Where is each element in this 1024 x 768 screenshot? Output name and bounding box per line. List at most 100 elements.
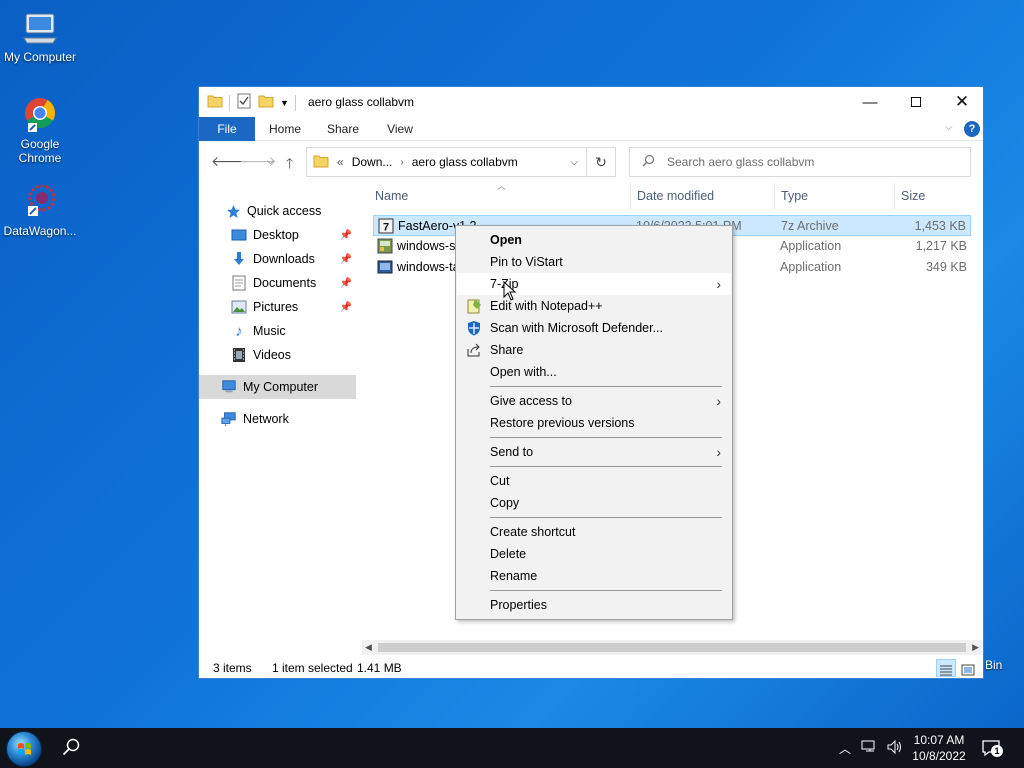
help-icon[interactable]: ? [964,121,980,137]
properties-icon[interactable] [236,93,252,112]
file-size: 1,217 KB [915,239,967,253]
new-folder-icon[interactable] [258,94,274,111]
desktop-icon-label: My Computer [3,50,77,64]
nav-item-videos[interactable]: Videos [199,343,356,367]
nav-item-quick-access[interactable]: Quick access [199,199,356,223]
context-menu: Open Pin to ViStart 7-Zip › Edit with No… [455,225,733,620]
column-header-date-modified[interactable]: Date modified [631,183,775,209]
menu-item-cut[interactable]: Cut [457,470,731,492]
network-tray-icon[interactable] [861,740,877,757]
nav-item-pictures[interactable]: Pictures 📌 [199,295,356,319]
file-type: 7z Archive [781,219,839,233]
selection-count: 1 item selected [272,661,353,675]
desktop-icon-datawagon[interactable]: DataWagon... [0,182,80,238]
menu-item-properties[interactable]: Properties [457,594,731,616]
menu-item-send-to[interactable]: Send to › [457,441,731,463]
menu-item-edit-with-notepadpp[interactable]: Edit with Notepad++ [457,295,731,317]
application-icon [377,238,393,254]
tab-home[interactable]: Home [259,117,311,141]
up-icon[interactable]: 🡑 [286,153,293,177]
quick-access-toolbar: ▼ [207,93,296,112]
nav-label: Videos [253,348,291,362]
minimize-button[interactable]: — [847,87,893,117]
breadcrumb-overflow[interactable]: « [337,155,344,169]
7z-archive-icon: 7 [378,218,394,234]
pin-icon[interactable]: 📌 [340,278,352,289]
scroll-right-icon[interactable]: ▶ [972,640,979,655]
menu-item-open[interactable]: Open [457,229,731,251]
menu-item-restore-previous-versions[interactable]: Restore previous versions [457,412,731,434]
large-icons-view-button[interactable] [958,659,978,677]
menu-item-7zip[interactable]: 7-Zip › [457,273,731,295]
pin-icon[interactable]: 📌 [340,230,352,241]
action-center-icon[interactable]: 1 [982,739,1003,760]
menu-item-copy[interactable]: Copy [457,492,731,514]
start-button[interactable] [2,730,46,768]
menu-item-create-shortcut[interactable]: Create shortcut [457,521,731,543]
windows-orb-icon [6,731,42,767]
menu-item-give-access-to[interactable]: Give access to › [457,390,731,412]
breadcrumb-current[interactable]: aero glass collabvm [412,155,518,169]
scroll-left-icon[interactable]: ◀ [365,640,372,655]
status-bar: 3 items 1 item selected 1.41 MB [199,657,983,679]
horizontal-scrollbar[interactable]: ◀ ▶ [362,640,982,655]
desktop-icon-my-computer[interactable]: My Computer [0,8,80,64]
show-hidden-icons-icon[interactable]: ︿ [839,740,851,757]
menu-item-rename[interactable]: Rename [457,565,731,587]
tab-file[interactable]: File [199,117,255,141]
menu-item-open-with[interactable]: Open with... [457,361,731,383]
expand-ribbon-icon[interactable]: ⌵ [945,122,953,133]
menu-item-share[interactable]: Share [457,339,731,361]
nav-item-documents[interactable]: Documents 📌 [199,271,356,295]
nav-label: Pictures [253,300,299,314]
column-header-size[interactable]: Size [895,183,971,209]
nav-label: Network [243,412,289,426]
address-dropdown-icon[interactable]: ⌵ [570,157,578,168]
refresh-button[interactable]: ↻ [586,147,616,177]
file-size: 349 KB [925,260,967,274]
maximize-button[interactable] [893,87,939,117]
tab-share[interactable]: Share [317,117,369,141]
scrollbar-thumb[interactable] [378,643,966,652]
volume-icon[interactable] [887,739,903,757]
recycle-bin-label[interactable]: Bin [985,658,1002,672]
defender-icon [466,320,482,336]
clock-date: 10/8/2022 [912,749,966,763]
column-header-type[interactable]: Type [775,183,895,209]
tab-view[interactable]: View [374,117,426,141]
search-icon[interactable] [62,738,80,759]
refresh-icon: ↻ [595,153,607,170]
menu-item-scan-with-defender[interactable]: Scan with Microsoft Defender... [457,317,731,339]
menu-separator [490,466,722,467]
nav-item-downloads[interactable]: Downloads 📌 [199,247,356,271]
close-button[interactable]: ✕ [939,87,985,117]
column-header-name[interactable]: Name [369,183,631,209]
breadcrumb-parent[interactable]: Down... [352,155,393,169]
menu-item-pin-to-vistart[interactable]: Pin to ViStart [457,251,731,273]
nav-item-desktop[interactable]: Desktop 📌 [199,223,356,247]
menu-item-label: Send to [490,445,534,459]
nav-item-music[interactable]: ♪ Music [199,319,356,343]
nav-item-network[interactable]: Network [199,407,356,431]
pin-icon[interactable]: 📌 [340,254,352,265]
application-icon [377,259,393,275]
breadcrumb-separator-icon[interactable]: › [400,157,403,168]
menu-item-delete[interactable]: Delete [457,543,731,565]
clock[interactable]: 10:07 AM 10/8/2022 [906,732,972,764]
desktop-icon-google-chrome[interactable]: Google Chrome [0,95,80,165]
address-bar[interactable]: « Down... › aero glass collabvm ⌵ [306,147,587,177]
music-icon: ♪ [235,322,243,340]
nav-item-my-computer[interactable]: My Computer [199,375,356,399]
recent-locations-icon[interactable]: ⌵ [267,156,274,167]
search-input[interactable]: Search aero glass collabvm [629,147,971,177]
pin-icon[interactable]: 📌 [340,302,352,313]
address-row: 🡐 🡒 ⌵ 🡑 « Down... › aero glass collabvm … [199,143,983,179]
large-icons-view-icon [961,664,975,679]
file-type: Application [780,260,842,274]
desktop-icon-label: DataWagon... [3,224,77,238]
nav-label: Quick access [247,204,322,218]
menu-item-label: Scan with Microsoft Defender... [490,321,663,335]
customize-toolbar-icon[interactable]: ▼ [280,98,289,108]
title-bar[interactable]: ▼ aero glass collabvm — ✕ [199,87,983,117]
details-view-button[interactable] [936,659,956,677]
